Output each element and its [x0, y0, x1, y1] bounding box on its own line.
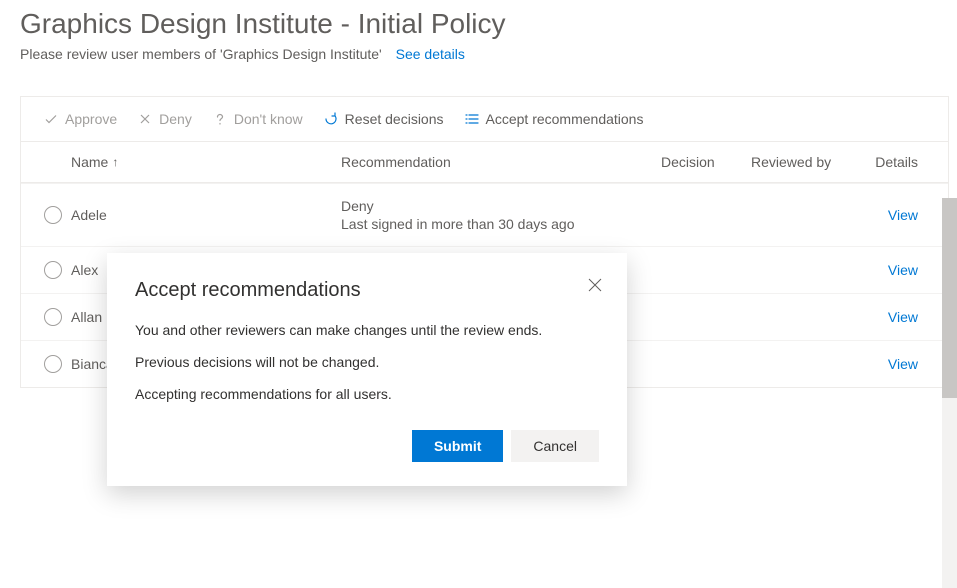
x-icon: [137, 111, 153, 127]
reset-label: Reset decisions: [345, 111, 444, 127]
column-header-details: Details: [871, 154, 934, 170]
row-select-radio[interactable]: [44, 206, 62, 224]
column-header-name[interactable]: Name ↑: [71, 154, 341, 170]
check-icon: [43, 111, 59, 127]
rec-primary: Deny: [341, 198, 661, 214]
row-select-radio[interactable]: [44, 355, 62, 373]
approve-label: Approve: [65, 111, 117, 127]
view-link[interactable]: View: [888, 262, 918, 278]
dialog-line3: Accepting recommendations for all users.: [135, 386, 599, 402]
accept-recommendations-dialog: Accept recommendations You and other rev…: [107, 253, 627, 486]
accept-rec-label: Accept recommendations: [486, 111, 644, 127]
dialog-line1: You and other reviewers can make changes…: [135, 322, 599, 338]
submit-button[interactable]: Submit: [412, 430, 503, 462]
dialog-actions: Submit Cancel: [135, 430, 599, 462]
page-title: Graphics Design Institute - Initial Poli…: [20, 8, 937, 40]
deny-label: Deny: [159, 111, 192, 127]
vertical-scrollbar[interactable]: [942, 198, 957, 588]
dialog-line2: Previous decisions will not be changed.: [135, 354, 599, 370]
row-select-radio[interactable]: [44, 308, 62, 326]
deny-button: Deny: [129, 107, 200, 131]
subtitle-text: Please review user members of 'Graphics …: [20, 46, 382, 62]
dont-know-label: Don't know: [234, 111, 303, 127]
row-select-radio[interactable]: [44, 261, 62, 279]
view-link[interactable]: View: [888, 207, 918, 223]
accept-recommendations-button[interactable]: Accept recommendations: [456, 107, 652, 131]
list-check-icon: [464, 111, 480, 127]
dialog-body: You and other reviewers can make changes…: [135, 322, 599, 402]
page-subtitle: Please review user members of 'Graphics …: [20, 46, 937, 62]
dialog-title: Accept recommendations: [135, 279, 599, 302]
see-details-link[interactable]: See details: [396, 46, 465, 62]
rec-secondary: Last signed in more than 30 days ago: [341, 216, 661, 232]
toolbar: Approve Deny Don't know Reset decisions: [20, 96, 949, 141]
question-icon: [212, 111, 228, 127]
col-name-label: Name: [71, 154, 108, 170]
row-recommendation: Deny Last signed in more than 30 days ag…: [341, 198, 661, 232]
dont-know-button: Don't know: [204, 107, 311, 131]
reset-decisions-button[interactable]: Reset decisions: [315, 107, 452, 131]
table-row: Adele Deny Last signed in more than 30 d…: [21, 183, 948, 246]
view-link[interactable]: View: [888, 309, 918, 325]
column-header-recommendation[interactable]: Recommendation: [341, 154, 661, 170]
approve-button: Approve: [35, 107, 125, 131]
cancel-button[interactable]: Cancel: [511, 430, 599, 462]
column-header-decision[interactable]: Decision: [661, 154, 751, 170]
row-name: Adele: [71, 207, 341, 223]
close-icon[interactable]: [585, 275, 605, 295]
table-header-row: Name ↑ Recommendation Decision Reviewed …: [21, 142, 948, 183]
column-header-reviewed-by[interactable]: Reviewed by: [751, 154, 871, 170]
reset-icon: [323, 111, 339, 127]
view-link[interactable]: View: [888, 356, 918, 372]
scrollbar-thumb[interactable]: [942, 198, 957, 398]
sort-ascending-icon: ↑: [112, 155, 118, 169]
